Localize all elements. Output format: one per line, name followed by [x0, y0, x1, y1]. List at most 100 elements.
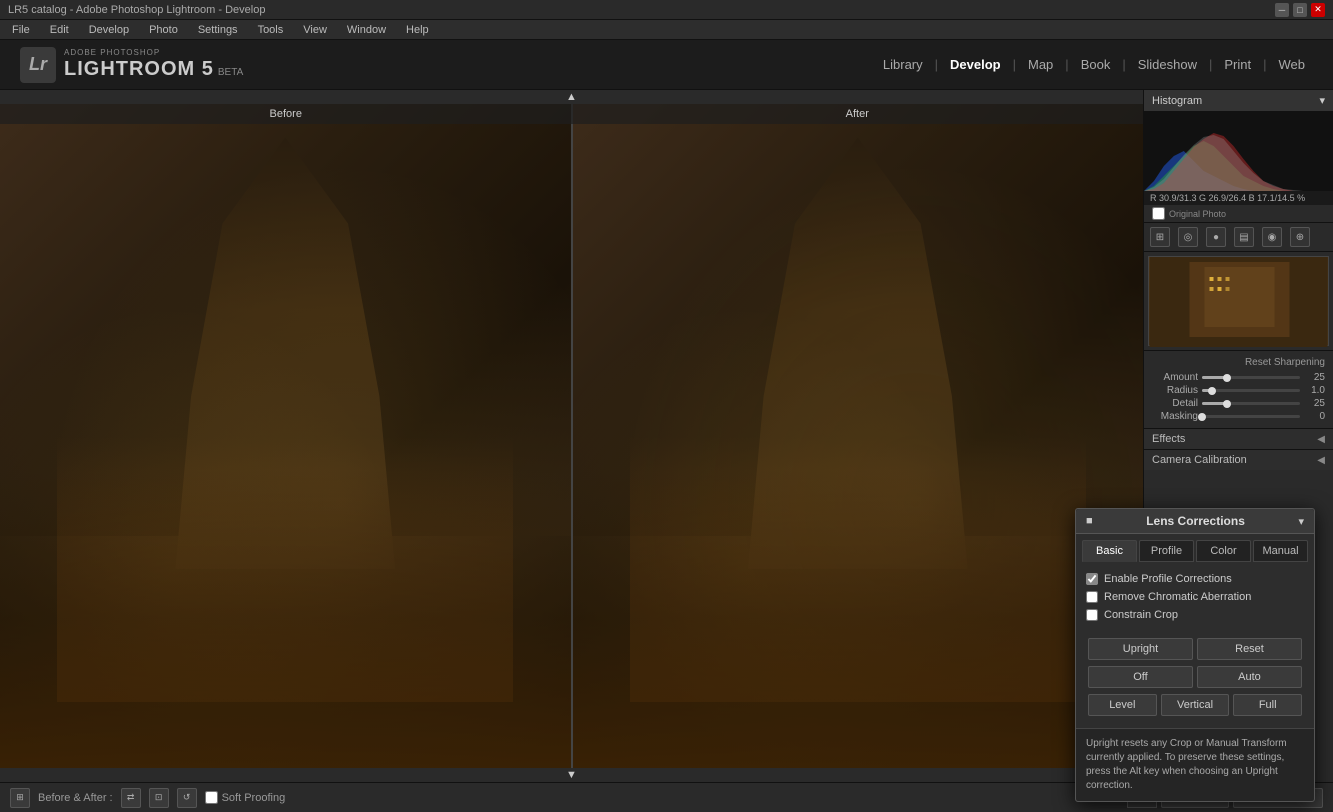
logo-text: ADOBE PHOTOSHOP LIGHTROOM 5 BETA	[64, 48, 243, 82]
menu-edit[interactable]: Edit	[46, 22, 73, 38]
masking-slider-row: Masking 0	[1152, 411, 1325, 422]
amount-value: 25	[1300, 372, 1325, 383]
effects-panel-row[interactable]: Effects ◀	[1144, 428, 1333, 449]
constrain-crop-row[interactable]: Constrain Crop	[1086, 606, 1304, 624]
detail-track[interactable]	[1202, 402, 1300, 405]
radius-thumb[interactable]	[1208, 387, 1216, 395]
menu-tools[interactable]: Tools	[254, 22, 288, 38]
enable-profile-checkbox[interactable]	[1086, 573, 1098, 585]
nav-develop[interactable]: Develop	[942, 53, 1009, 76]
redeye-icon[interactable]: ●	[1206, 227, 1226, 247]
close-button[interactable]: ✕	[1311, 3, 1325, 17]
histogram-title: Histogram	[1152, 95, 1202, 107]
sharpening-section: Reset Sharpening Amount 25 Radius 1.0	[1144, 351, 1333, 428]
remove-ca-checkbox[interactable]	[1086, 591, 1098, 603]
lens-tab-color[interactable]: Color	[1196, 540, 1251, 562]
lens-tabs: Basic Profile Color Manual	[1076, 534, 1314, 562]
lens-tab-basic[interactable]: Basic	[1082, 540, 1137, 562]
lightroom-label: LIGHTROOM 5	[64, 57, 214, 81]
radial-filter-icon[interactable]: ◉	[1262, 227, 1282, 247]
view-mode-icon[interactable]: ⊞	[10, 788, 30, 808]
nav-print[interactable]: Print	[1216, 53, 1259, 76]
menu-help[interactable]: Help	[402, 22, 433, 38]
maximize-button[interactable]: □	[1293, 3, 1307, 17]
original-photo-checkbox[interactable]	[1152, 207, 1165, 220]
lens-tab-manual[interactable]: Manual	[1253, 540, 1308, 562]
logo-icon: Lr	[20, 47, 56, 83]
histogram-section: Histogram ▾ R 30.9/31.3 G 26.9/26.4 B 17…	[1144, 90, 1333, 223]
radius-track[interactable]	[1202, 389, 1300, 392]
upright-off-auto-row: Off Auto	[1086, 666, 1304, 688]
nav-map[interactable]: Map	[1020, 53, 1061, 76]
amount-track[interactable]	[1202, 376, 1300, 379]
masking-label: Masking	[1152, 411, 1202, 422]
effects-arrow-icon: ◀	[1317, 434, 1325, 445]
remove-ca-row[interactable]: Remove Chromatic Aberration	[1086, 588, 1304, 606]
soft-proofing-label: Soft Proofing	[222, 792, 286, 804]
reset-icon[interactable]: ↺	[177, 788, 197, 808]
menu-photo[interactable]: Photo	[145, 22, 182, 38]
menu-window[interactable]: Window	[343, 22, 390, 38]
upright-section: Upright Reset Off Auto Level Vertical Fu…	[1076, 632, 1314, 728]
radius-slider-row: Radius 1.0	[1152, 385, 1325, 396]
after-photo-bg	[573, 104, 1144, 768]
menu-develop[interactable]: Develop	[85, 22, 133, 38]
upright-button[interactable]: Upright	[1088, 638, 1193, 660]
photos-container	[0, 104, 1143, 768]
reset-button[interactable]: Reset	[1197, 638, 1302, 660]
off-button[interactable]: Off	[1088, 666, 1193, 688]
lens-collapse-icon: ■	[1086, 515, 1093, 527]
spot-heal-icon[interactable]: ◎	[1178, 227, 1198, 247]
level-button[interactable]: Level	[1088, 694, 1157, 716]
nav-slideshow[interactable]: Slideshow	[1130, 53, 1205, 76]
histogram-svg	[1144, 111, 1333, 191]
lens-panel-title: Lens Corrections	[1146, 514, 1245, 528]
scroll-up-arrow[interactable]: ▲	[0, 90, 1143, 104]
before-photo	[0, 104, 571, 768]
enable-profile-row[interactable]: Enable Profile Corrections	[1086, 570, 1304, 588]
scroll-down-arrow[interactable]: ▼	[0, 768, 1143, 782]
camera-cal-panel-row[interactable]: Camera Calibration ◀	[1144, 449, 1333, 470]
graduated-filter-icon[interactable]: ▤	[1234, 227, 1254, 247]
nav-web[interactable]: Web	[1271, 53, 1314, 76]
masking-value: 0	[1300, 411, 1325, 422]
window-title: LR5 catalog - Adobe Photoshop Lightroom …	[8, 4, 1275, 16]
histogram-header[interactable]: Histogram ▾	[1144, 90, 1333, 111]
full-button[interactable]: Full	[1233, 694, 1302, 716]
amount-slider-row: Amount 25	[1152, 372, 1325, 383]
adjustment-brush-icon[interactable]: ⊕	[1290, 227, 1310, 247]
reset-sharpening-button[interactable]: Reset Sharpening	[1152, 355, 1325, 370]
menu-settings[interactable]: Settings	[194, 22, 242, 38]
top-nav: Library | Develop | Map | Book | Slidesh…	[875, 53, 1313, 76]
detail-thumb[interactable]	[1223, 400, 1231, 408]
auto-button[interactable]: Auto	[1197, 666, 1302, 688]
remove-ca-label: Remove Chromatic Aberration	[1104, 591, 1251, 603]
soft-proofing-checkbox[interactable]	[205, 791, 218, 804]
main-area: ▲ Before After	[0, 90, 1333, 782]
title-bar: LR5 catalog - Adobe Photoshop Lightroom …	[0, 0, 1333, 20]
masking-track[interactable]	[1202, 415, 1300, 418]
detail-thumb-svg	[1149, 257, 1328, 347]
before-after-label: Before & After :	[38, 792, 113, 804]
enable-profile-label: Enable Profile Corrections	[1104, 573, 1232, 585]
copy-icon[interactable]: ⊡	[149, 788, 169, 808]
amount-thumb[interactable]	[1223, 374, 1231, 382]
minimize-button[interactable]: ─	[1275, 3, 1289, 17]
lens-panel-expand-icon: ▾	[1298, 515, 1304, 528]
crop-tool-icon[interactable]: ⊞	[1150, 227, 1170, 247]
original-photo-row: Original Photo	[1144, 205, 1333, 222]
radius-label: Radius	[1152, 385, 1202, 396]
nav-library[interactable]: Library	[875, 53, 931, 76]
constrain-crop-checkbox[interactable]	[1086, 609, 1098, 621]
lens-panel-header[interactable]: ■ Lens Corrections ▾	[1076, 509, 1314, 534]
swap-icon[interactable]: ⇄	[121, 788, 141, 808]
window-controls: ─ □ ✕	[1275, 3, 1325, 17]
original-photo-checkbox-row[interactable]: Original Photo	[1152, 207, 1325, 220]
masking-thumb[interactable]	[1198, 413, 1206, 421]
before-photo-bg	[0, 104, 571, 768]
menu-view[interactable]: View	[299, 22, 331, 38]
vertical-button[interactable]: Vertical	[1161, 694, 1230, 716]
nav-book[interactable]: Book	[1073, 53, 1119, 76]
menu-file[interactable]: File	[8, 22, 34, 38]
lens-tab-profile[interactable]: Profile	[1139, 540, 1194, 562]
